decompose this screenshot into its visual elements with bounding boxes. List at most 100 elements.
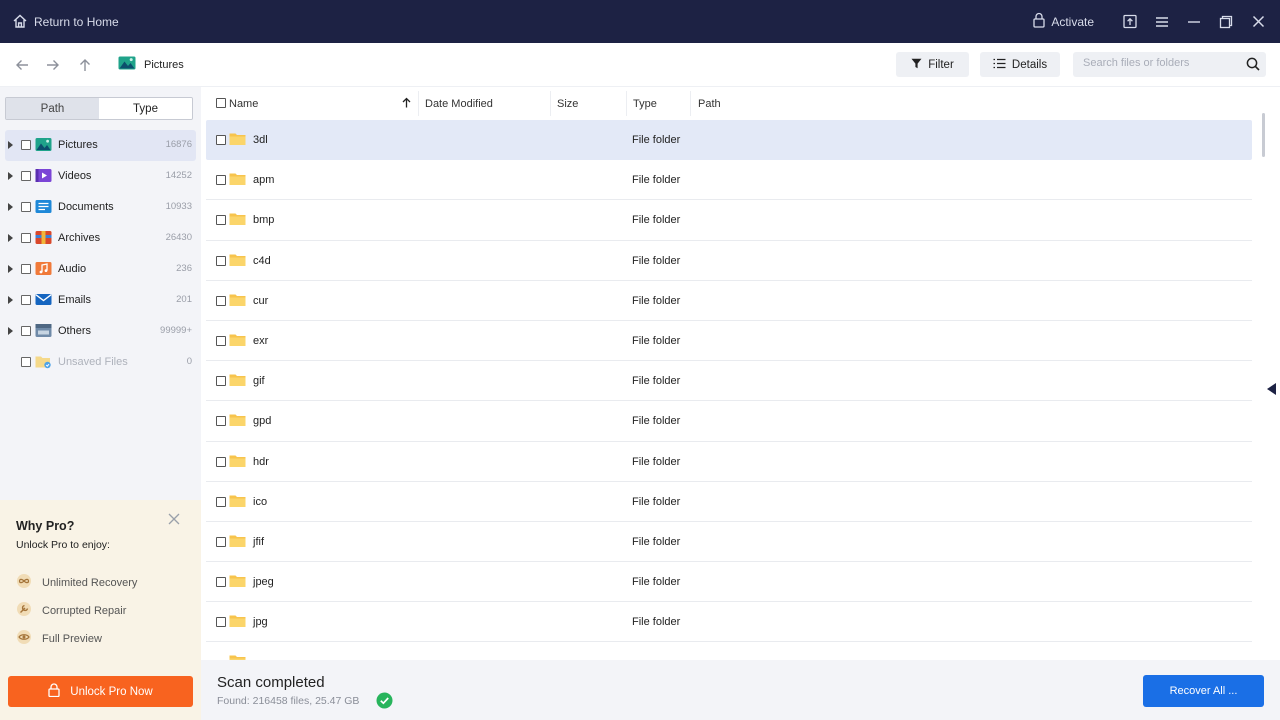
activate-button[interactable]: Activate xyxy=(1032,12,1094,31)
filter-button[interactable]: Filter xyxy=(896,52,969,77)
column-date-modified[interactable]: Date Modified xyxy=(425,87,493,120)
table-row[interactable]: cur File folder xyxy=(206,281,1252,321)
file-name: gif xyxy=(253,375,265,388)
category-item-archives[interactable]: Archives 26430 xyxy=(5,223,196,254)
checkbox[interactable] xyxy=(21,264,31,274)
row-checkbox[interactable] xyxy=(216,416,226,427)
minimize-icon[interactable] xyxy=(1178,0,1210,43)
expand-arrow-icon[interactable] xyxy=(8,172,13,180)
row-checkbox[interactable] xyxy=(216,175,226,186)
title-bar: Return to Home Activate xyxy=(0,0,1280,43)
checkbox[interactable] xyxy=(21,140,31,150)
expand-arrow-icon[interactable] xyxy=(8,203,13,211)
column-path[interactable]: Path xyxy=(698,87,721,120)
category-count: 16876 xyxy=(165,139,192,150)
tab-path[interactable]: Path xyxy=(6,98,99,119)
back-arrow-icon[interactable] xyxy=(12,55,32,75)
folder-icon xyxy=(229,454,246,471)
table-row[interactable]: bmp File folder xyxy=(206,200,1252,241)
row-checkbox[interactable] xyxy=(216,496,226,507)
column-divider[interactable] xyxy=(626,91,627,116)
category-item-others[interactable]: Others 99999+ xyxy=(5,316,196,347)
infinity-icon xyxy=(16,574,32,591)
close-icon[interactable] xyxy=(1242,0,1274,43)
unlock-pro-button[interactable]: Unlock Pro Now xyxy=(8,676,193,707)
table-row[interactable]: gpd File folder xyxy=(206,401,1252,442)
details-button[interactable]: Details xyxy=(980,52,1060,77)
row-checkbox[interactable] xyxy=(216,255,226,266)
tab-type[interactable]: Type xyxy=(99,98,192,119)
category-item-videos[interactable]: Videos 14252 xyxy=(5,161,196,192)
column-size[interactable]: Size xyxy=(557,87,578,120)
breadcrumb[interactable]: Pictures xyxy=(118,56,184,73)
folder-icon xyxy=(229,253,246,270)
checkbox[interactable] xyxy=(21,326,31,336)
row-checkbox[interactable] xyxy=(216,295,226,306)
table-row[interactable]: apm File folder xyxy=(206,160,1252,201)
category-item-pictures[interactable]: Pictures 16876 xyxy=(5,130,196,161)
table-row[interactable]: jfif File folder xyxy=(206,522,1252,563)
expand-arrow-icon[interactable] xyxy=(8,234,13,242)
column-divider[interactable] xyxy=(418,91,419,116)
checkbox[interactable] xyxy=(21,171,31,181)
category-item-audio[interactable]: Audio 236 xyxy=(5,254,196,285)
category-item-unsaved-files[interactable]: Unsaved Files 0 xyxy=(5,347,196,378)
expand-arrow-icon[interactable] xyxy=(8,296,13,304)
category-count: 14252 xyxy=(165,170,192,181)
search-icon[interactable] xyxy=(1246,57,1260,74)
checkbox[interactable] xyxy=(21,357,31,367)
row-checkbox[interactable] xyxy=(216,335,226,346)
category-count: 236 xyxy=(176,263,192,274)
category-item-emails[interactable]: Emails 201 xyxy=(5,285,196,316)
folder-icon xyxy=(229,293,246,310)
checkbox[interactable] xyxy=(21,233,31,243)
file-table-header: Name Date Modified Size Type Path xyxy=(206,87,1252,120)
table-row[interactable]: jpg File folder xyxy=(206,602,1252,643)
collapse-preview-arrow-icon[interactable] xyxy=(1267,383,1276,395)
select-all-checkbox[interactable] xyxy=(216,98,226,108)
row-checkbox[interactable] xyxy=(216,376,226,387)
category-count: 99999+ xyxy=(160,325,192,336)
table-row[interactable]: hdr File folder xyxy=(206,442,1252,482)
file-type: File folder xyxy=(632,616,681,629)
category-list: Pictures 16876 Videos 14252 Documents 10… xyxy=(5,130,196,378)
category-label: Emails xyxy=(58,294,92,306)
row-checkbox[interactable] xyxy=(216,215,226,226)
menu-icon[interactable] xyxy=(1146,0,1178,43)
table-row[interactable] xyxy=(206,642,1252,660)
checkbox[interactable] xyxy=(21,202,31,212)
column-type[interactable]: Type xyxy=(633,87,657,120)
recover-all-button[interactable]: Recover All ... xyxy=(1143,675,1264,707)
row-checkbox[interactable] xyxy=(216,617,226,628)
table-row[interactable]: ico File folder xyxy=(206,482,1252,522)
lock-icon xyxy=(1032,12,1046,31)
checkbox[interactable] xyxy=(21,295,31,305)
column-name[interactable]: Name xyxy=(229,87,415,120)
table-row[interactable]: exr File folder xyxy=(206,321,1252,362)
table-row[interactable]: c4d File folder xyxy=(206,241,1252,281)
row-checkbox[interactable] xyxy=(216,536,226,547)
forward-arrow-icon[interactable] xyxy=(43,55,63,75)
table-row[interactable]: 3dl File folder xyxy=(206,120,1252,161)
search-input[interactable] xyxy=(1083,57,1243,69)
archives-icon xyxy=(35,230,52,245)
category-item-documents[interactable]: Documents 10933 xyxy=(5,192,196,223)
row-checkbox[interactable] xyxy=(216,577,226,588)
expand-arrow-icon[interactable] xyxy=(8,141,13,149)
table-row[interactable]: gif File folder xyxy=(206,361,1252,402)
column-divider[interactable] xyxy=(550,91,551,116)
table-row[interactable]: jpeg File folder xyxy=(206,562,1252,603)
return-home-button[interactable]: Return to Home xyxy=(12,12,119,32)
column-divider[interactable] xyxy=(690,91,691,116)
row-checkbox[interactable] xyxy=(216,456,226,467)
list-icon xyxy=(993,58,1006,72)
scrollbar-thumb[interactable] xyxy=(1262,113,1265,157)
up-arrow-icon[interactable] xyxy=(75,55,95,75)
restore-icon[interactable] xyxy=(1210,0,1242,43)
upload-icon[interactable] xyxy=(1114,0,1146,43)
folder-icon xyxy=(229,333,246,350)
close-icon[interactable] xyxy=(168,513,180,528)
row-checkbox[interactable] xyxy=(216,135,226,145)
expand-arrow-icon[interactable] xyxy=(8,327,13,335)
expand-arrow-icon[interactable] xyxy=(8,265,13,273)
